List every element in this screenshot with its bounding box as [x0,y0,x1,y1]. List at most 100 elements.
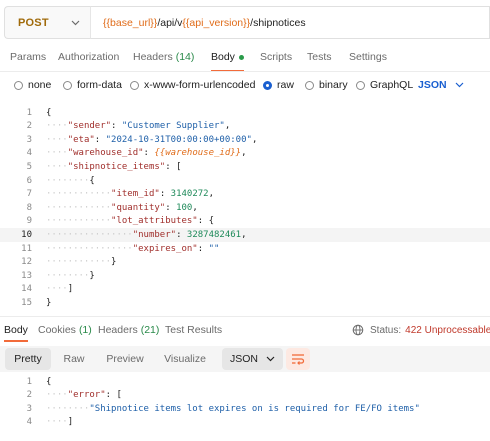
code-text: ············"lot_attributes": { [46,216,214,227]
tab-scripts[interactable]: Scripts [260,44,292,70]
code-line: 1{ [0,375,490,388]
tab-body[interactable]: Body [211,44,244,72]
response-tab-cookies[interactable]: Cookies (1) [38,320,92,340]
code-line: 4 ····"warehouse_id": {{warehouse_id}}, [0,147,490,160]
radio-none[interactable]: none [14,79,51,91]
code-line: 5 ····"shipnotice_items": [ [0,160,490,173]
code-line: 2 ····"error": [ [0,389,490,402]
body-format-select[interactable]: JSON [418,79,464,91]
tab-count-badge: (1) [78,324,92,336]
radio-graphql[interactable]: GraphQL [356,79,413,91]
chevron-down-icon [266,356,275,362]
response-tab-test-results[interactable]: Test Results [165,320,222,340]
code-text: ········"Shipnotice items lot expires on… [46,403,420,414]
code-text: ············"quantity": 100, [46,202,198,213]
url-segment: /shipnotices [250,16,306,29]
line-number: 5 [26,162,32,173]
radio-circle-icon [305,80,314,90]
code-line: 2 ····"sender": "Customer Supplier", [0,120,490,133]
status-label: Status: [370,324,402,336]
line-number: 3 [26,403,32,414]
code-text: ················"number": 3287482461, [46,230,247,241]
code-text: ····"eta": "2024-10-31T00:00:00+00:00", [46,134,258,145]
tab-tests[interactable]: Tests [307,44,332,70]
tab-label: Headers [98,324,138,336]
tab-label: Test Results [165,324,223,336]
request-body-editor[interactable]: 1{ 2 ····"sender": "Customer Supplier", 3 ··… [0,106,490,312]
radio-form-data[interactable]: form-data [63,79,122,91]
response-view-bar: Pretty Raw Preview Visualize JSON [0,346,490,372]
code-text: ········} [46,270,95,281]
radio-label: GraphQL [370,79,414,91]
code-text: { [46,376,52,387]
code-line: 1{ [0,106,490,119]
divider [0,71,490,72]
code-line: 3 ········"Shipnotice items lot expires o… [0,402,490,415]
line-number: 15 [21,298,32,309]
tab-authorization[interactable]: Authorization [58,44,119,70]
radio-circle-icon [130,80,139,90]
code-line: 6 ········{ [0,174,490,187]
radio-label: form-data [77,79,122,91]
view-visualize-button[interactable]: Visualize [158,348,212,370]
method-select[interactable]: POST [4,6,90,39]
tab-headers[interactable]: Headers (14) [133,44,194,70]
tab-label: Authorization [58,51,120,63]
view-preview-button[interactable]: Preview [100,348,150,370]
code-text: ····] [46,284,74,295]
response-format-select[interactable]: JSON [222,348,284,370]
radio-binary[interactable]: binary [305,79,348,91]
code-text: ····"sender": "Customer Supplier", [46,121,231,132]
code-text: ····"shipnotice_items": [ [46,162,182,173]
chevron-down-icon [455,82,464,88]
tab-label: Tests [307,51,332,63]
wrap-lines-icon[interactable] [286,348,310,370]
tab-label: Cookies [38,324,76,336]
radio-label: x-www-form-urlencoded [144,79,256,91]
code-line: 12 ············} [0,256,490,269]
line-number: 9 [26,216,32,227]
line-number: 3 [26,134,32,145]
tab-settings[interactable]: Settings [349,44,387,70]
modified-dot-icon [238,54,244,60]
request-url-bar: POST {{base_url}}/api/v {{api_version}}/s… [4,6,490,39]
code-line: 4 ····] [0,416,490,429]
url-input[interactable]: {{base_url}}/api/v {{api_version}}/shipno… [90,6,490,39]
code-line: 11 ················"expires_on": "" [0,242,490,255]
view-raw-button[interactable]: Raw [55,348,93,370]
radio-raw[interactable]: raw [263,79,294,91]
code-line: 8 ············"quantity": 100, [0,201,490,214]
radio-label: none [28,79,52,91]
url-variable: {{api_version}} [182,16,251,29]
code-text: ····] [46,417,74,428]
tab-label: Params [10,51,47,63]
line-number: 6 [26,175,32,186]
line-number: 2 [26,390,32,401]
globe-icon [352,324,364,336]
code-text: ····"error": [ [46,390,122,401]
line-number: 7 [26,189,32,200]
line-number: 11 [21,243,32,254]
response-format-label: JSON [230,353,259,365]
tab-label: Body [211,51,235,63]
line-number: 12 [21,257,32,268]
status-value: 422 Unprocessable En [405,324,490,336]
body-type-selector: none form-data x-www-form-urlencoded raw bin… [0,74,490,96]
code-text: ············"item_id": 3140272, [46,189,215,200]
line-number: 14 [21,284,32,295]
line-number: 2 [26,121,32,132]
response-tab-headers[interactable]: Headers (21) [98,320,159,340]
line-number: 10 [21,230,32,241]
view-pretty-button[interactable]: Pretty [5,348,51,370]
tab-label: Headers [133,51,173,63]
response-tab-body[interactable]: Body [4,320,28,342]
radio-x-www-form-urlencoded[interactable]: x-www-form-urlencoded [130,79,255,91]
code-line: 14 ····] [0,283,490,296]
tab-params[interactable]: Params [10,44,46,70]
line-number: 8 [26,202,32,213]
line-number: 4 [26,417,32,428]
url-variable: {{base_url}} [103,16,158,29]
code-line: 15} [0,296,490,309]
radio-circle-icon [63,80,72,90]
code-text: ········{ [46,175,95,186]
